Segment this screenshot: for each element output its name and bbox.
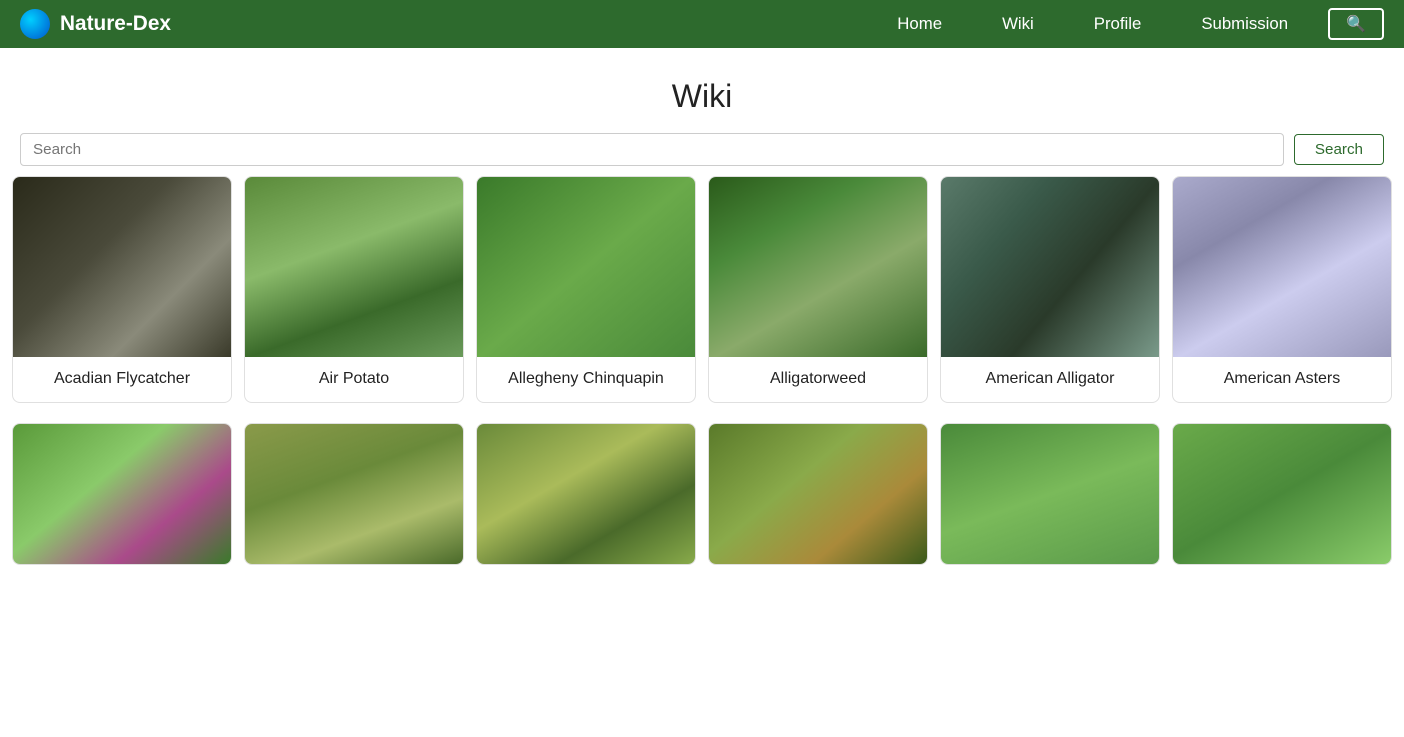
card-image-alligatorweed: [709, 177, 927, 357]
wiki-card-acadian-flycatcher[interactable]: Acadian Flycatcher: [12, 176, 232, 403]
card-name-alligatorweed: Alligatorweed: [709, 357, 927, 402]
card-image-allegheny-chinquapin: [477, 177, 695, 357]
nav-search-button[interactable]: 🔍: [1328, 8, 1384, 40]
search-bar-area: Search: [0, 133, 1404, 176]
card-image-tree1: [245, 424, 463, 564]
wiki-card-air-potato[interactable]: Air Potato: [244, 176, 464, 403]
page-title: Wiki: [0, 78, 1404, 115]
logo-circle: [20, 9, 50, 39]
wiki-card-american-aster[interactable]: American Asters: [1172, 176, 1392, 403]
card-image-american-aster: [1173, 177, 1391, 357]
card-name-allegheny-chinquapin: Allegheny Chinquapin: [477, 357, 695, 402]
nav-logo[interactable]: Nature-Dex: [20, 9, 171, 39]
nav-links: Home Wiki Profile Submission: [897, 14, 1288, 34]
wiki-card-plant1[interactable]: [940, 423, 1160, 565]
card-image-leaf: [1173, 424, 1391, 564]
wiki-card-leaf[interactable]: [1172, 423, 1392, 565]
wiki-card-allegheny-chinquapin[interactable]: Allegheny Chinquapin: [476, 176, 696, 403]
wiki-grid-row2: [0, 423, 1404, 585]
card-name-american-alligator: American Alligator: [941, 357, 1159, 402]
wiki-card-tree2[interactable]: [476, 423, 696, 565]
wiki-card-american-alligator[interactable]: American Alligator: [940, 176, 1160, 403]
card-name-american-aster: American Asters: [1173, 357, 1391, 402]
card-image-frog: [709, 424, 927, 564]
wiki-grid-row1: Acadian Flycatcher Air Potato Allegheny Ch…: [0, 176, 1404, 423]
wiki-card-beautyberry[interactable]: [12, 423, 232, 565]
card-image-tree2: [477, 424, 695, 564]
card-image-plant1: [941, 424, 1159, 564]
nav-home[interactable]: Home: [897, 14, 942, 33]
nav-submission[interactable]: Submission: [1201, 14, 1288, 33]
card-image-acadian-flycatcher: [13, 177, 231, 357]
card-name-air-potato: Air Potato: [245, 357, 463, 402]
card-image-american-alligator: [941, 177, 1159, 357]
card-image-beautyberry: [13, 424, 231, 564]
nav-wiki[interactable]: Wiki: [1002, 14, 1034, 33]
navbar: Nature-Dex Home Wiki Profile Submission …: [0, 0, 1404, 48]
nav-profile[interactable]: Profile: [1094, 14, 1142, 33]
search-button[interactable]: Search: [1294, 134, 1384, 165]
logo-text: Nature-Dex: [60, 12, 171, 36]
card-image-air-potato: [245, 177, 463, 357]
card-name-acadian-flycatcher: Acadian Flycatcher: [13, 357, 231, 402]
search-input[interactable]: [20, 133, 1284, 166]
wiki-card-frog[interactable]: [708, 423, 928, 565]
wiki-card-alligatorweed[interactable]: Alligatorweed: [708, 176, 928, 403]
wiki-card-tree1[interactable]: [244, 423, 464, 565]
